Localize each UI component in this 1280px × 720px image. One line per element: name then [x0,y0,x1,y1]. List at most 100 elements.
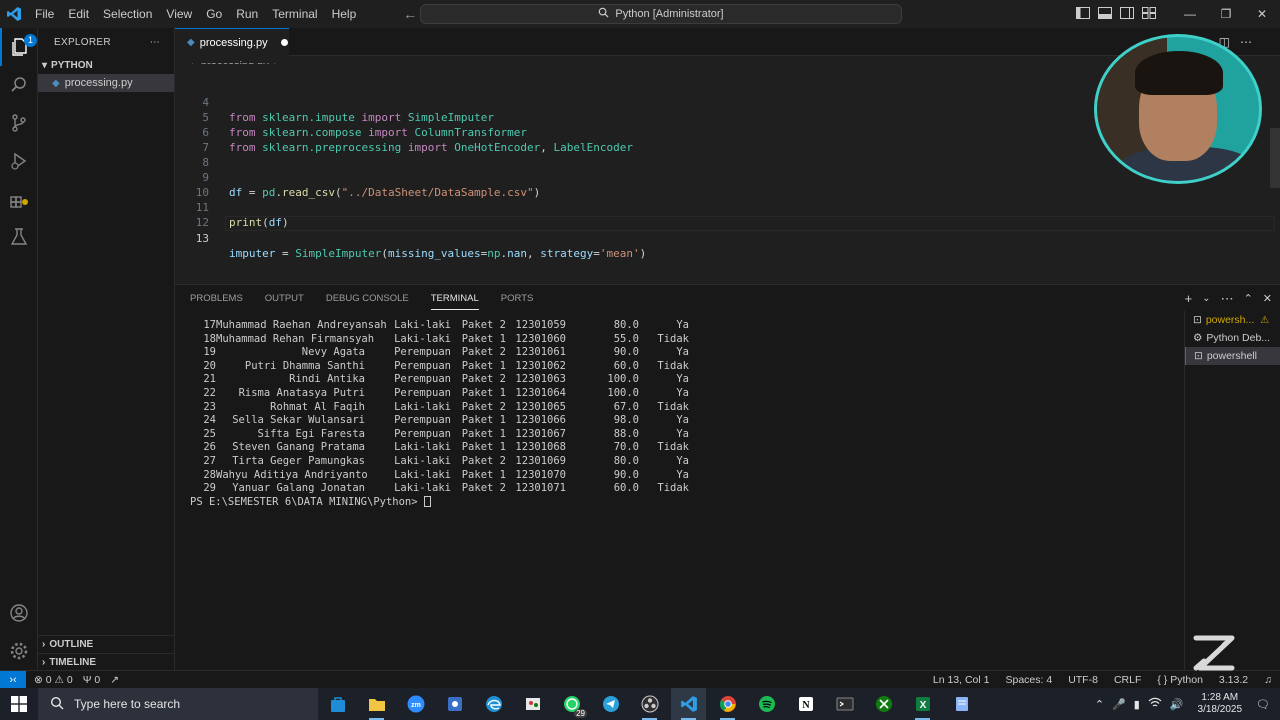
remote-icon[interactable]: ›‹ [0,670,26,689]
taskbar-search[interactable]: Type here to search [38,688,318,720]
timeline-section[interactable]: › TIMELINE [38,653,175,671]
file-processing-py[interactable]: ◆ processing.py [38,74,174,92]
name-cell: Sella Sekar Wulansari [232,414,365,427]
terminal-item-powershell-1[interactable]: ⊡ powersh... ⚠ [1185,311,1280,329]
language-mode[interactable]: { } Python [1157,674,1203,686]
account-icon[interactable] [0,594,38,632]
wifi-icon[interactable] [1148,697,1162,711]
tab-problems[interactable]: PROBLEMS [190,293,243,310]
taskbar-xbox-icon[interactable] [866,688,901,720]
terminal-icon: ⚙ [1193,332,1203,344]
menu-go[interactable]: Go [199,0,229,28]
microphone-icon[interactable]: 🎤 [1112,698,1126,711]
source-control-icon[interactable] [0,104,38,142]
chevron-down-icon[interactable]: ⌄ [1202,291,1210,307]
indentation[interactable]: Spaces: 4 [1005,674,1052,686]
file-label: processing.py [64,77,133,89]
battery-icon[interactable]: ▮ [1134,698,1140,711]
menu-edit[interactable]: Edit [61,0,96,28]
windows-taskbar: Type here to search zm 29 N X ⌃ 🎤 ▮ 🔊 1:… [0,688,1280,720]
menu-terminal[interactable]: Terminal [265,0,324,28]
taskbar-notion-icon[interactable]: N [788,688,823,720]
status-bar: ›‹ ⊗ 0 ⚠ 0 Ψ 0 ↗ Ln 13, Col 1 Spaces: 4 … [0,670,1280,689]
terminal-row: 20 Putri Dhamma Santhi Perempuan Paket 1 123… [190,360,1180,374]
menu-selection[interactable]: Selection [96,0,159,28]
terminal-item-python-debug[interactable]: ⚙ Python Deb... [1185,329,1280,347]
taskbar-notepad-icon[interactable] [944,688,979,720]
toggle-panel-icon[interactable] [1098,6,1112,22]
search-activity-icon[interactable] [0,66,38,104]
windows-start-icon[interactable] [0,688,38,720]
run-debug-icon[interactable] [0,142,38,180]
menu-file[interactable]: File [28,0,61,28]
editor-scrollbar[interactable] [1270,128,1280,188]
taskbar-vscode-icon[interactable] [671,688,706,720]
menu-help[interactable]: Help [325,0,364,28]
testing-flask-icon[interactable] [0,218,38,256]
close-panel-icon[interactable]: ✕ [1263,291,1272,307]
new-terminal-icon[interactable]: + [1185,291,1193,307]
editor-more-icon[interactable]: ⋯ [1240,35,1252,49]
terminal-more-icon[interactable]: ⋯ [1221,291,1234,307]
live-share-icon[interactable]: ↗ [110,674,119,686]
taskbar-telegram-icon[interactable] [593,688,628,720]
settings-gear-icon[interactable] [0,632,38,670]
cursor-position[interactable]: Ln 13, Col 1 [933,674,990,686]
code-line: 12 [175,200,1280,229]
terminal-prompt[interactable]: PS E:\SEMESTER 6\DATA MINING\Python> [190,496,1180,510]
command-center-label: Python [Administrator] [615,8,724,20]
tab-terminal[interactable]: TERMINAL [430,293,479,310]
problems-status[interactable]: ⊗ 0 ⚠ 0 [34,674,73,686]
taskbar-paint-icon[interactable] [515,688,550,720]
volume-icon[interactable]: 🔊 [1170,698,1184,711]
taskbar-zoom-icon[interactable]: zm [398,688,433,720]
explorer-icon[interactable]: 1 [0,28,38,66]
restore-icon[interactable]: ❐ [1208,7,1244,21]
taskbar-obs-icon[interactable] [632,688,667,720]
terminal-item-powershell-2[interactable]: ⊡ powershell [1185,347,1280,365]
line-number: 13 [195,232,209,245]
tab-output[interactable]: OUTPUT [265,293,304,310]
taskbar-excel-icon[interactable]: X [905,688,940,720]
taskbar-edge-icon[interactable] [476,688,511,720]
taskbar-spotify-icon[interactable] [749,688,784,720]
python-version[interactable]: 3.13.2 [1219,674,1248,686]
clock[interactable]: 1:28 AM 3/18/2025 [1198,692,1243,716]
terminal-output[interactable]: 17 Muhammad Raehan Andreyansah Laki-laki Pa… [190,319,1180,659]
tab-processing-py[interactable]: ◆ processing.py [175,28,289,56]
notification-center-icon[interactable]: 🗨 [1256,698,1270,711]
taskbar-store-icon[interactable] [320,688,355,720]
taskbar-snipping-tool-icon[interactable] [437,688,472,720]
notifications-bell-icon[interactable]: ♫ [1264,674,1272,686]
customize-layout-icon[interactable] [1142,6,1156,22]
menu-view[interactable]: View [159,0,199,28]
close-icon[interactable]: ✕ [1244,7,1280,21]
score-cell: 88.0 [613,427,639,440]
taskbar-chrome-icon[interactable] [710,688,745,720]
status-cell: Ya [676,346,689,359]
tab-debug-console[interactable]: DEBUG CONSOLE [326,293,409,310]
back-arrow-icon[interactable]: ← [403,6,417,22]
more-actions-icon[interactable]: ⋯ [150,37,160,48]
score-cell: 55.0 [613,332,639,345]
taskbar-terminal-icon[interactable] [827,688,862,720]
unsaved-dot-icon[interactable] [280,39,288,46]
extensions-icon[interactable] [0,180,38,218]
tab-ports[interactable]: PORTS [501,293,534,310]
toggle-sidebar-icon[interactable] [1076,6,1090,22]
folder-python[interactable]: ▾ PYTHON [38,56,174,74]
nim-cell: 12301071 [515,482,566,495]
taskbar-file-explorer-icon[interactable] [359,688,394,720]
command-center[interactable]: Python [Administrator] [420,4,902,24]
line-endings[interactable]: CRLF [1114,674,1141,686]
toggle-secondary-sidebar-icon[interactable] [1120,6,1134,22]
menu-run[interactable]: Run [229,0,265,28]
ports-status[interactable]: Ψ 0 [83,674,101,686]
taskbar-whatsapp-icon[interactable]: 29 [554,688,589,720]
maximize-panel-icon[interactable]: ⌃ [1244,291,1253,307]
minimize-icon[interactable]: — [1172,7,1208,21]
tray-chevron-up-icon[interactable]: ⌃ [1095,698,1104,711]
error-count: 0 [45,673,52,686]
encoding[interactable]: UTF-8 [1068,674,1098,686]
outline-section[interactable]: › OUTLINE [38,635,175,653]
